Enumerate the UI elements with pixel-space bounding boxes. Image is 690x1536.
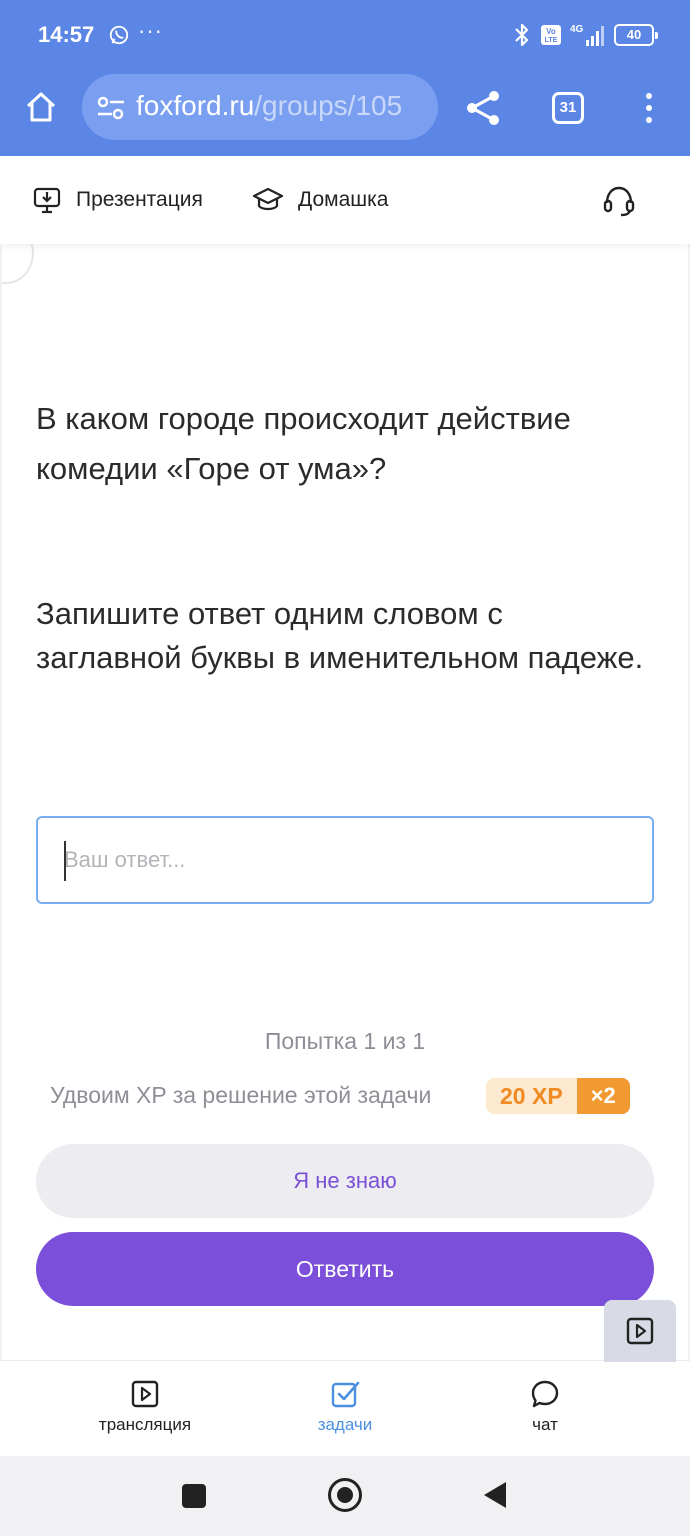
status-bar: 14:57 ··· Vo LTE 4G 40 bbox=[0, 0, 690, 72]
chat-bubble-icon bbox=[531, 1380, 559, 1408]
browser-menu-icon[interactable] bbox=[636, 90, 662, 130]
address-bar[interactable]: foxford.ru/groups/105 bbox=[82, 74, 438, 140]
home-icon[interactable] bbox=[328, 1478, 362, 1512]
tab-tasks-label: задачи bbox=[317, 1415, 373, 1434]
browser-chrome: 14:57 ··· Vo LTE 4G 40 foxford.ru/groups… bbox=[0, 0, 690, 156]
url-path: /groups/105 bbox=[254, 90, 403, 121]
tab-switcher-button[interactable]: 31 bbox=[552, 92, 584, 124]
tab-broadcast[interactable]: трансляция bbox=[70, 1379, 220, 1435]
decorative-circle bbox=[0, 244, 34, 284]
share-icon[interactable] bbox=[462, 88, 506, 128]
browser-toolbar: foxford.ru/groups/105 31 bbox=[0, 72, 690, 156]
xp-multiplier: ×2 bbox=[576, 1078, 630, 1114]
headset-support-icon[interactable] bbox=[602, 184, 636, 218]
system-navigation-bar bbox=[0, 1456, 690, 1536]
task-question: В каком городе происходит действие комед… bbox=[36, 401, 571, 486]
xp-bonus-text: Удвоим XP за решение этой задачи bbox=[50, 1082, 432, 1108]
download-presentation-icon bbox=[33, 187, 61, 214]
svg-text:Vo: Vo bbox=[546, 27, 556, 36]
status-time: 14:57 bbox=[38, 22, 95, 47]
presentation-label: Презентация bbox=[76, 188, 203, 211]
answer-input[interactable] bbox=[36, 816, 654, 904]
home-icon[interactable] bbox=[20, 86, 62, 128]
battery-indicator: 40 bbox=[614, 24, 658, 46]
bluetooth-icon bbox=[515, 23, 529, 47]
more-notifications-icon: ··· bbox=[138, 18, 163, 43]
task-content: В каком городе происходит действие комед… bbox=[0, 244, 690, 1360]
homework-label: Домашка bbox=[298, 188, 389, 211]
url-domain: foxford.ru bbox=[136, 90, 255, 121]
play-square-icon bbox=[131, 1380, 159, 1408]
text-cursor bbox=[64, 841, 66, 881]
tab-chat-label: чат bbox=[532, 1415, 558, 1434]
url-text[interactable]: foxford.ru/groups/105 bbox=[136, 90, 402, 122]
homework-button[interactable]: Домашка bbox=[252, 184, 388, 216]
lesson-toolbar: Презентация Домашка bbox=[0, 156, 690, 244]
svg-text:4G: 4G bbox=[570, 24, 584, 35]
recents-icon[interactable] bbox=[182, 1484, 206, 1508]
task-instruction: Запишите ответ одним словом с заглавной … bbox=[36, 596, 644, 675]
whatsapp-icon bbox=[109, 25, 129, 45]
submit-answer-button[interactable]: Ответить bbox=[36, 1232, 654, 1306]
mini-player-button[interactable] bbox=[604, 1300, 676, 1362]
attempt-counter: Попытка 1 из 1 bbox=[264, 1028, 426, 1054]
xp-bonus-row: Удвоим XP за решение этой задачи 20 XP ×… bbox=[0, 1078, 690, 1114]
tab-broadcast-label: трансляция bbox=[98, 1415, 192, 1434]
volte-icon: Vo LTE bbox=[541, 25, 561, 45]
site-settings-icon[interactable] bbox=[96, 94, 126, 122]
xp-badge: 20 XP ×2 bbox=[486, 1078, 630, 1114]
presentation-button[interactable]: Презентация bbox=[32, 184, 203, 216]
tab-chat[interactable]: чат bbox=[470, 1379, 620, 1435]
svg-text:LTE: LTE bbox=[545, 37, 558, 44]
back-icon[interactable] bbox=[484, 1482, 506, 1508]
tab-tasks[interactable]: задачи bbox=[270, 1379, 420, 1435]
checkbox-icon bbox=[331, 1381, 360, 1408]
graduation-cap-icon bbox=[252, 187, 284, 211]
bottom-tab-bar: трансляция задачи чат bbox=[0, 1360, 690, 1456]
content-border-left bbox=[0, 244, 2, 1360]
play-square-icon bbox=[626, 1317, 654, 1345]
dont-know-button[interactable]: Я не знаю bbox=[36, 1144, 654, 1218]
signal-4g-icon: 4G bbox=[570, 24, 604, 46]
xp-value: 20 XP bbox=[486, 1078, 577, 1114]
status-indicators: Vo LTE 4G 40 bbox=[512, 22, 658, 48]
task-illustration bbox=[76, 244, 236, 288]
